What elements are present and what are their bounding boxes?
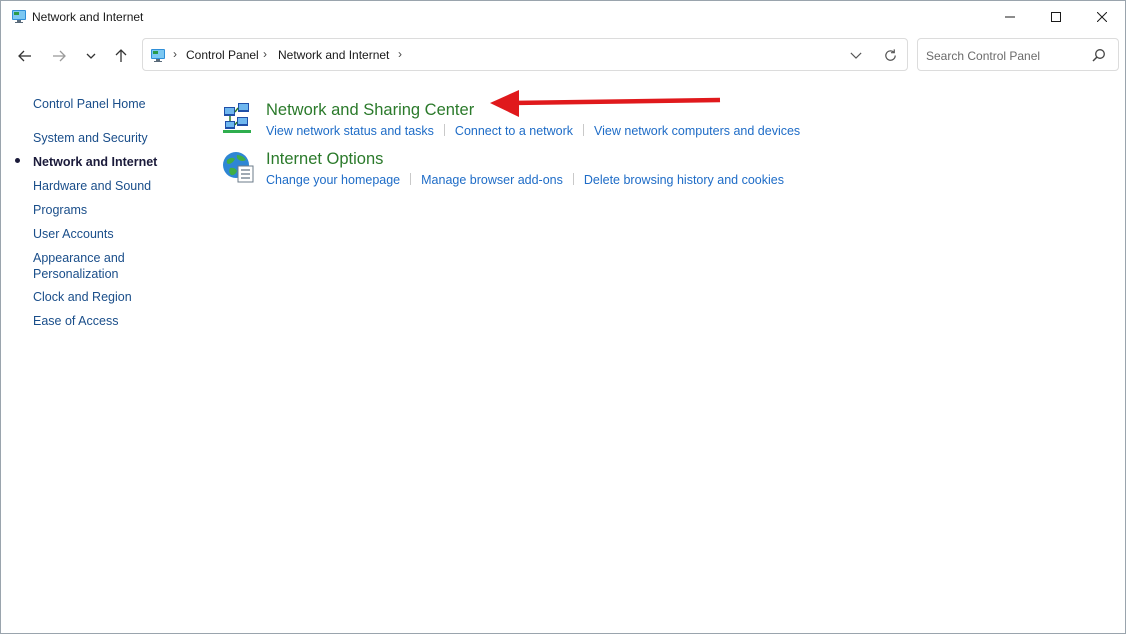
arrow-right-icon (53, 50, 66, 62)
close-button[interactable] (1079, 1, 1125, 32)
sidebar-item-system-and-security[interactable]: System and Security (33, 130, 183, 146)
control-panel-window: Network and Internet › Control Panel › N… (0, 0, 1126, 634)
navigation-bar: › Control Panel › Network and Internet › (1, 33, 1125, 79)
breadcrumb-network-and-internet[interactable]: Network and Internet (278, 48, 389, 62)
maximize-button[interactable] (1033, 1, 1079, 32)
network-sharing-icon[interactable] (221, 101, 255, 135)
current-item-bullet (15, 158, 20, 163)
window-title: Network and Internet (32, 10, 144, 24)
connect-to-network-link[interactable]: Connect to a network (455, 124, 573, 138)
breadcrumb-separator[interactable]: › (263, 47, 267, 61)
sidebar-item-control-panel-home[interactable]: Control Panel Home (33, 96, 183, 112)
title-bar[interactable]: Network and Internet (1, 1, 1125, 33)
minimize-button[interactable] (987, 1, 1033, 32)
annotation-arrow (490, 90, 721, 117)
recent-locations-button[interactable] (79, 45, 103, 67)
refresh-button[interactable] (881, 46, 899, 64)
sidebar-item-ease-of-access[interactable]: Ease of Access (33, 313, 183, 329)
refresh-icon (884, 48, 896, 61)
search-box[interactable] (917, 38, 1119, 71)
link-divider (410, 173, 412, 185)
address-history-dropdown[interactable] (848, 48, 864, 62)
link-divider (583, 124, 585, 136)
close-icon (1097, 11, 1107, 22)
chevron-down-icon (86, 53, 96, 59)
forward-button[interactable] (47, 45, 71, 67)
delete-browsing-history-link[interactable]: Delete browsing history and cookies (584, 173, 784, 187)
internet-options-link[interactable]: Internet Options (266, 150, 383, 169)
back-button[interactable] (13, 45, 37, 67)
network-and-sharing-center-link[interactable]: Network and Sharing Center (266, 101, 474, 120)
minimize-icon (1005, 16, 1015, 17)
sidebar-item-programs[interactable]: Programs (33, 202, 183, 218)
sidebar: Control Panel Home System and Security N… (1, 79, 191, 619)
search-icon[interactable] (1092, 48, 1106, 62)
link-divider (443, 124, 445, 136)
sidebar-item-hardware-and-sound[interactable]: Hardware and Sound (33, 178, 183, 194)
change-homepage-link[interactable]: Change your homepage (266, 173, 400, 187)
breadcrumb-separator[interactable]: › (173, 47, 177, 61)
internet-options-icon[interactable] (221, 150, 255, 184)
sidebar-item-appearance-and-personalization[interactable]: Appearance and Personalization (33, 250, 143, 282)
sidebar-item-network-and-internet[interactable]: Network and Internet (33, 154, 183, 170)
control-panel-app-icon (12, 10, 26, 23)
maximize-icon (1051, 11, 1061, 22)
network-task-links: View network status and tasks Connect to … (266, 124, 800, 138)
arrow-up-icon (115, 49, 127, 62)
arrow-left-icon (18, 50, 31, 62)
breadcrumb-control-panel[interactable]: Control Panel (186, 48, 259, 62)
sidebar-item-user-accounts[interactable]: User Accounts (33, 226, 183, 242)
sidebar-item-clock-and-region[interactable]: Clock and Region (33, 289, 183, 305)
breadcrumb-separator[interactable]: › (398, 47, 402, 61)
link-divider (572, 173, 574, 185)
up-button[interactable] (109, 45, 133, 67)
manage-browser-addons-link[interactable]: Manage browser add-ons (421, 173, 563, 187)
search-input[interactable] (924, 45, 1088, 67)
internet-task-links: Change your homepage Manage browser add-o… (266, 173, 784, 187)
view-network-status-link[interactable]: View network status and tasks (266, 124, 434, 138)
address-bar[interactable]: › Control Panel › Network and Internet › (142, 38, 908, 71)
chevron-down-icon (850, 52, 862, 59)
view-network-computers-link[interactable]: View network computers and devices (594, 124, 800, 138)
control-panel-location-icon (151, 49, 165, 62)
